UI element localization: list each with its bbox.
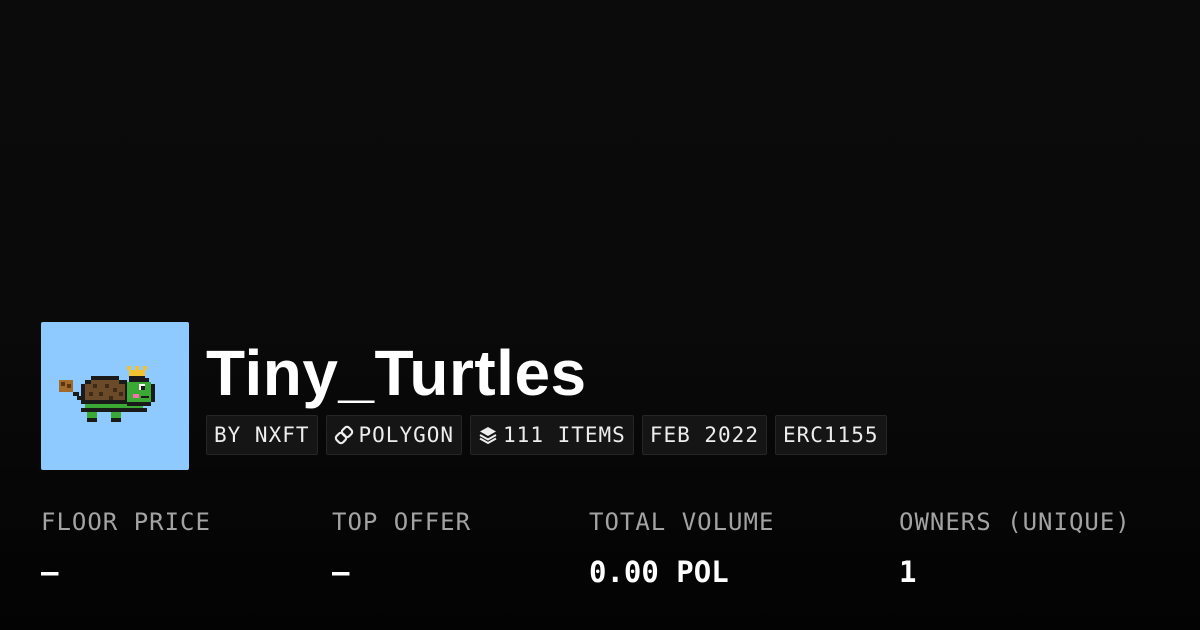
creator-chip[interactable]: BY NXFT xyxy=(206,415,318,455)
total-volume-stat: TOTAL VOLUME 0.00 POL xyxy=(589,505,774,589)
collection-meta-chips: BY NXFT POLYGON 111 ITEMS FEB 2022 ERC11… xyxy=(206,415,887,455)
total-volume-value: 0.00 POL xyxy=(589,555,729,589)
owners-label: OWNERS (UNIQUE) xyxy=(899,508,1131,536)
floor-price-label: FLOOR PRICE xyxy=(41,508,211,536)
layers-icon xyxy=(479,427,497,445)
link-icon xyxy=(334,425,353,445)
total-volume-label: TOTAL VOLUME xyxy=(589,508,775,536)
date-label: FEB 2022 xyxy=(649,423,759,447)
creator-label: BY NXFT xyxy=(214,423,310,447)
chain-label: POLYGON xyxy=(358,423,455,447)
floor-price-stat: FLOOR PRICE – xyxy=(41,505,211,589)
standard-chip: ERC1155 xyxy=(774,415,887,455)
top-offer-value: – xyxy=(332,555,350,589)
top-offer-stat: TOP OFFER – xyxy=(332,505,471,589)
floor-price-value: – xyxy=(41,555,59,589)
items-label: 111 ITEMS xyxy=(503,423,626,447)
items-chip[interactable]: 111 ITEMS xyxy=(470,415,634,455)
owners-value: 1 xyxy=(899,555,917,589)
standard-label: ERC1155 xyxy=(782,423,879,447)
collection-title: Tiny_Turtles xyxy=(206,337,587,409)
pixel-turtle-icon xyxy=(59,366,155,422)
collection-avatar xyxy=(41,322,189,470)
date-chip: FEB 2022 xyxy=(641,415,767,455)
top-offer-label: TOP OFFER xyxy=(332,508,472,536)
chain-chip[interactable]: POLYGON xyxy=(325,415,463,455)
owners-stat: OWNERS (UNIQUE) 1 xyxy=(899,505,1131,589)
